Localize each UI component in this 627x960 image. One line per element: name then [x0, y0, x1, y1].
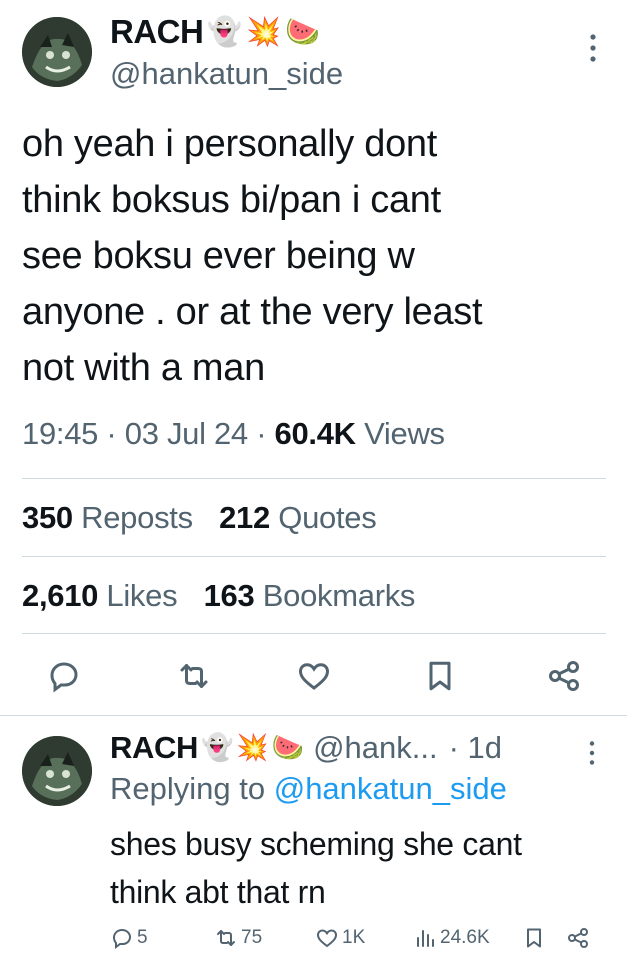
- reply-action-bar: 5 75 1K 24.6K: [110, 926, 610, 958]
- ghost-emoji: 👻: [207, 15, 243, 48]
- reply-text: shes busy scheming she cant think abt th…: [110, 820, 610, 916]
- stats-row-likes: 2,610 Likes 163 Bookmarks: [22, 578, 415, 614]
- reply-replies-button[interactable]: 5: [110, 926, 148, 950]
- divider: [22, 478, 606, 479]
- author-name-row[interactable]: RACH 👻 💥 🍉: [110, 13, 320, 51]
- views-label: Views: [364, 416, 445, 451]
- reply-likes-count: 1K: [342, 927, 366, 948]
- collision-emoji: 💥: [236, 733, 269, 763]
- more-icon[interactable]: [587, 33, 599, 63]
- replying-to-label: Replying to: [110, 771, 266, 806]
- tweet-time[interactable]: 19:45: [22, 416, 98, 451]
- tweet-text: oh yeah i personally dont think boksus b…: [22, 116, 602, 396]
- reply-views-count: 24.6K: [440, 927, 490, 948]
- reply-like-button[interactable]: 1K: [315, 926, 365, 950]
- reply-replies-count: 5: [137, 927, 148, 948]
- likes-stat[interactable]: 2,610 Likes: [22, 578, 178, 613]
- more-icon[interactable]: [587, 740, 597, 766]
- stats-row-reposts: 350 Reposts 212 Quotes: [22, 500, 377, 536]
- reply-time[interactable]: · 1d: [449, 730, 502, 766]
- replying-to-mention[interactable]: @hankatun_side: [274, 771, 507, 806]
- reply-views-button[interactable]: 24.6K: [413, 926, 490, 950]
- reply-avatar[interactable]: [22, 736, 92, 806]
- ghost-emoji: 👻: [200, 733, 234, 763]
- author-name[interactable]: RACH: [110, 13, 204, 51]
- avatar[interactable]: [22, 17, 92, 87]
- reply-icon: [112, 928, 132, 949]
- views-count: 60.4K: [274, 416, 357, 451]
- repost-icon[interactable]: [176, 658, 212, 694]
- author-handle[interactable]: @hankatun_side: [110, 56, 343, 92]
- tweet-date[interactable]: 03 Jul 24: [125, 416, 248, 451]
- reply-author-handle[interactable]: @hank...: [313, 730, 438, 766]
- tweet-text-line: anyone . or at the very least: [22, 291, 483, 333]
- share-icon[interactable]: [566, 926, 590, 950]
- reply-text-line: think abt that rn: [110, 874, 326, 910]
- reply-repost-button[interactable]: 75: [214, 926, 262, 950]
- reply-author-row[interactable]: RACH 👻 💥 🍉 @hank... · 1d: [110, 730, 502, 766]
- watermelon-emoji: 🍉: [285, 15, 320, 48]
- quotes-stat[interactable]: 212 Quotes: [219, 500, 377, 535]
- tweet-text-line: see boksu ever being w: [22, 235, 415, 277]
- heart-icon: [316, 929, 338, 948]
- tweet-meta: 19:45 · 03 Jul 24 · 60.4K Views: [22, 416, 445, 451]
- views-icon: [417, 930, 434, 947]
- divider: [22, 556, 606, 557]
- share-icon[interactable]: [546, 658, 582, 694]
- divider: [22, 633, 606, 634]
- tweet-text-line: think boksus bi/pan i cant: [22, 179, 441, 221]
- main-tweet: RACH 👻 💥 🍉 @hankatun_side oh yeah i pers…: [0, 0, 627, 712]
- tweet-text-line: not with a man: [22, 347, 265, 389]
- reply-author-name[interactable]: RACH: [110, 730, 198, 766]
- bookmark-icon[interactable]: [422, 658, 458, 694]
- reply-reposts-count: 75: [241, 927, 263, 948]
- bookmarks-stat[interactable]: 163 Bookmarks: [204, 578, 416, 613]
- reply-text-line: shes busy scheming she cant: [110, 826, 522, 862]
- bookmark-icon[interactable]: [522, 926, 546, 950]
- reposts-stat[interactable]: 350 Reposts: [22, 500, 193, 535]
- reply-icon[interactable]: [46, 658, 82, 694]
- thread-separator: [0, 715, 627, 716]
- tweet-text-line: oh yeah i personally dont: [22, 123, 438, 165]
- collision-emoji: 💥: [246, 15, 282, 48]
- heart-icon[interactable]: [296, 658, 332, 694]
- replying-to: Replying to @hankatun_side: [110, 771, 507, 807]
- watermelon-emoji: 🍉: [271, 733, 305, 763]
- repost-icon: [217, 930, 235, 946]
